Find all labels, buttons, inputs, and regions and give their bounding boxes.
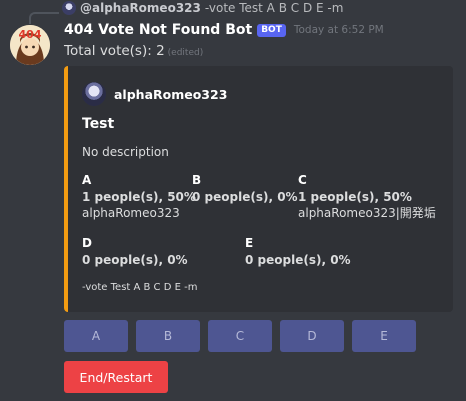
reply-text[interactable]: -vote Test A B C D E -m <box>205 1 344 15</box>
embed-author-name: alphaRomeo323 <box>114 86 228 102</box>
bot-avatar-icon[interactable]: 404 <box>10 25 50 65</box>
message-timestamp: Today at 6:52 PM <box>293 24 384 36</box>
field-name: B <box>192 173 202 187</box>
field-count-text: 0 people(s), 0% <box>82 253 188 267</box>
embed-description: No description <box>82 145 169 159</box>
field-c: C 1 people(s), 50% alphaRomeo323|開発垢 <box>298 172 436 221</box>
field-count: 1 people(s), 50% <box>298 189 436 205</box>
end-restart-button[interactable]: End/Restart <box>64 361 168 393</box>
embed-title: Test <box>82 116 115 132</box>
message-header: 404 Vote Not Found Bot BOT Today at 6:52… <box>64 22 384 38</box>
vote-button-row: A B C D E <box>64 320 416 352</box>
field-count-text: 1 people(s), 50% <box>82 190 196 204</box>
field-voters: alphaRomeo323|開発垢 <box>298 206 436 220</box>
field-count: 0 people(s), 0% <box>245 252 351 268</box>
edited-label: (edited) <box>167 48 204 58</box>
field-name: E <box>245 236 254 250</box>
field-name: D <box>82 236 92 250</box>
svg-text:404: 404 <box>19 28 42 41</box>
reply-reference[interactable]: @alphaRomeo323 -vote Test A B C D E -m <box>62 0 343 16</box>
field-count-text: 0 people(s), 0% <box>192 190 298 204</box>
reply-avatar-icon <box>62 1 76 15</box>
embed-footer: -vote Test A B C D E -m <box>82 282 198 293</box>
embed-author: alphaRomeo323 <box>82 82 227 106</box>
field-name: A <box>82 173 92 187</box>
total-votes-text: Total vote(s): 2 <box>64 43 165 59</box>
field-b: B 0 people(s), 0% <box>192 172 298 205</box>
author-avatar-icon <box>82 82 106 106</box>
field-voters: alphaRomeo323 <box>82 206 180 220</box>
reply-username[interactable]: @alphaRomeo323 <box>80 1 201 15</box>
vote-embed: alphaRomeo323 Test No description A 1 pe… <box>64 66 453 312</box>
field-count-text: 1 people(s), 50% <box>298 190 412 204</box>
field-count: 0 people(s), 0% <box>192 189 298 205</box>
vote-button-a[interactable]: A <box>64 320 128 352</box>
vote-button-e[interactable]: E <box>352 320 416 352</box>
field-count: 1 people(s), 50% <box>82 189 196 205</box>
field-name: C <box>298 173 307 187</box>
vote-button-b[interactable]: B <box>136 320 200 352</box>
field-a: A 1 people(s), 50% alphaRomeo323 <box>82 172 196 221</box>
bot-name[interactable]: 404 Vote Not Found Bot <box>64 22 252 38</box>
vote-button-c[interactable]: C <box>208 320 272 352</box>
field-e: E 0 people(s), 0% <box>245 235 351 268</box>
field-d: D 0 people(s), 0% <box>82 235 188 268</box>
reply-connector <box>29 12 59 24</box>
field-count: 0 people(s), 0% <box>82 252 188 268</box>
bot-tag-badge: BOT <box>257 23 286 37</box>
vote-button-d[interactable]: D <box>280 320 344 352</box>
field-count-text: 0 people(s), 0% <box>245 253 351 267</box>
message-content: Total vote(s): 2 (edited) <box>64 43 203 59</box>
